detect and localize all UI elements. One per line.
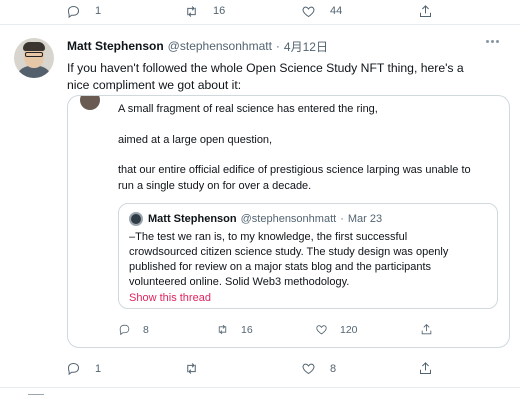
next-tweet-avatar	[28, 394, 44, 400]
author-name: Matt Stephenson	[148, 213, 237, 225]
separator: ·	[340, 213, 344, 225]
quoted-text-line: A small fragment of real science has ent…	[118, 103, 378, 115]
share-icon	[420, 4, 431, 17]
tweet-date[interactable]: 4月12日	[284, 38, 328, 55]
nested-text-line: crowdsourced citizen science study. The …	[129, 246, 449, 258]
nested-text-line: –The test we ran is, to my knowledge, th…	[129, 231, 408, 243]
retweet-count: 16	[213, 5, 226, 17]
retweet-icon	[187, 363, 196, 374]
author-name[interactable]: Matt Stephenson	[67, 39, 164, 53]
quoted-text-line: run a single study on for over a decade.	[118, 180, 312, 192]
share-button[interactable]	[420, 323, 433, 336]
retweet-button[interactable]	[184, 361, 199, 376]
reply-count: 8	[143, 323, 149, 336]
show-thread-link[interactable]: Show this thread	[129, 292, 211, 304]
nested-text-line: published for review on a major stats bl…	[129, 261, 432, 273]
retweet-button[interactable]: 16	[216, 323, 253, 336]
quoted-text-line: that our entire official edifice of pres…	[118, 164, 471, 176]
like-button[interactable]: 120	[315, 323, 358, 336]
previous-tweet-actions: 1 16 44	[0, 1, 520, 21]
tweet-text: If you haven't followed the whole Open S…	[67, 60, 507, 94]
like-count: 8	[330, 362, 337, 375]
nested-tweet-header: Matt Stephenson @stephensonhmatt · Mar 2…	[129, 212, 382, 226]
avatar[interactable]	[14, 38, 54, 78]
share-button[interactable]	[418, 4, 433, 19]
share-icon	[420, 362, 431, 374]
nested-text-line: volunteered online. Solid Web3 methodolo…	[129, 276, 350, 288]
retweet-count: 16	[241, 323, 253, 336]
retweet-icon	[218, 324, 227, 335]
like-button[interactable]: 44	[301, 4, 342, 19]
tweet-header: Matt Stephenson @stephensonhmatt · 4月12日	[67, 38, 328, 54]
reply-icon	[119, 324, 130, 336]
like-count: 44	[330, 5, 343, 17]
separator: ·	[275, 39, 280, 53]
author-handle: @stephensonhmatt	[240, 213, 337, 225]
quoted-tweet[interactable]: A small fragment of real science has ent…	[67, 95, 510, 348]
reply-button[interactable]: 1	[66, 361, 101, 376]
tweet-divider	[0, 387, 520, 388]
reply-icon	[67, 362, 80, 376]
share-button[interactable]	[418, 361, 433, 376]
share-icon	[421, 324, 432, 335]
like-count: 120	[340, 323, 358, 336]
nested-tweet-text: –The test we ran is, to my knowledge, th…	[129, 230, 491, 290]
reply-count: 1	[95, 362, 102, 375]
heart-icon	[316, 325, 327, 335]
timeline: 1 16 44 Matt Stephenson @stephensonhmatt…	[0, 0, 520, 400]
quoted-text-line: aimed at a large open question,	[118, 134, 273, 146]
tweet-date: Mar 23	[347, 213, 383, 225]
tweet-text-line: nice compliment we got about it:	[67, 78, 242, 92]
reply-button[interactable]: 8	[118, 323, 149, 336]
tweet-divider	[0, 24, 520, 25]
retweet-icon	[187, 5, 196, 17]
heart-icon	[302, 6, 315, 17]
author-handle[interactable]: @stephensonhmatt	[168, 39, 272, 53]
reply-count: 1	[95, 5, 102, 17]
retweet-button[interactable]: 16	[184, 4, 225, 19]
like-button[interactable]: 8	[301, 361, 336, 376]
heart-icon	[302, 363, 315, 375]
nested-quoted-tweet[interactable]: Matt Stephenson @stephensonhmatt · Mar 2…	[118, 203, 498, 309]
reply-button[interactable]: 1	[66, 4, 101, 19]
more-icon[interactable]	[486, 40, 499, 43]
avatar	[129, 212, 143, 226]
reply-icon	[67, 5, 80, 18]
quoted-author-avatar	[80, 96, 100, 110]
tweet-text-line: If you haven't followed the whole Open S…	[67, 61, 464, 75]
